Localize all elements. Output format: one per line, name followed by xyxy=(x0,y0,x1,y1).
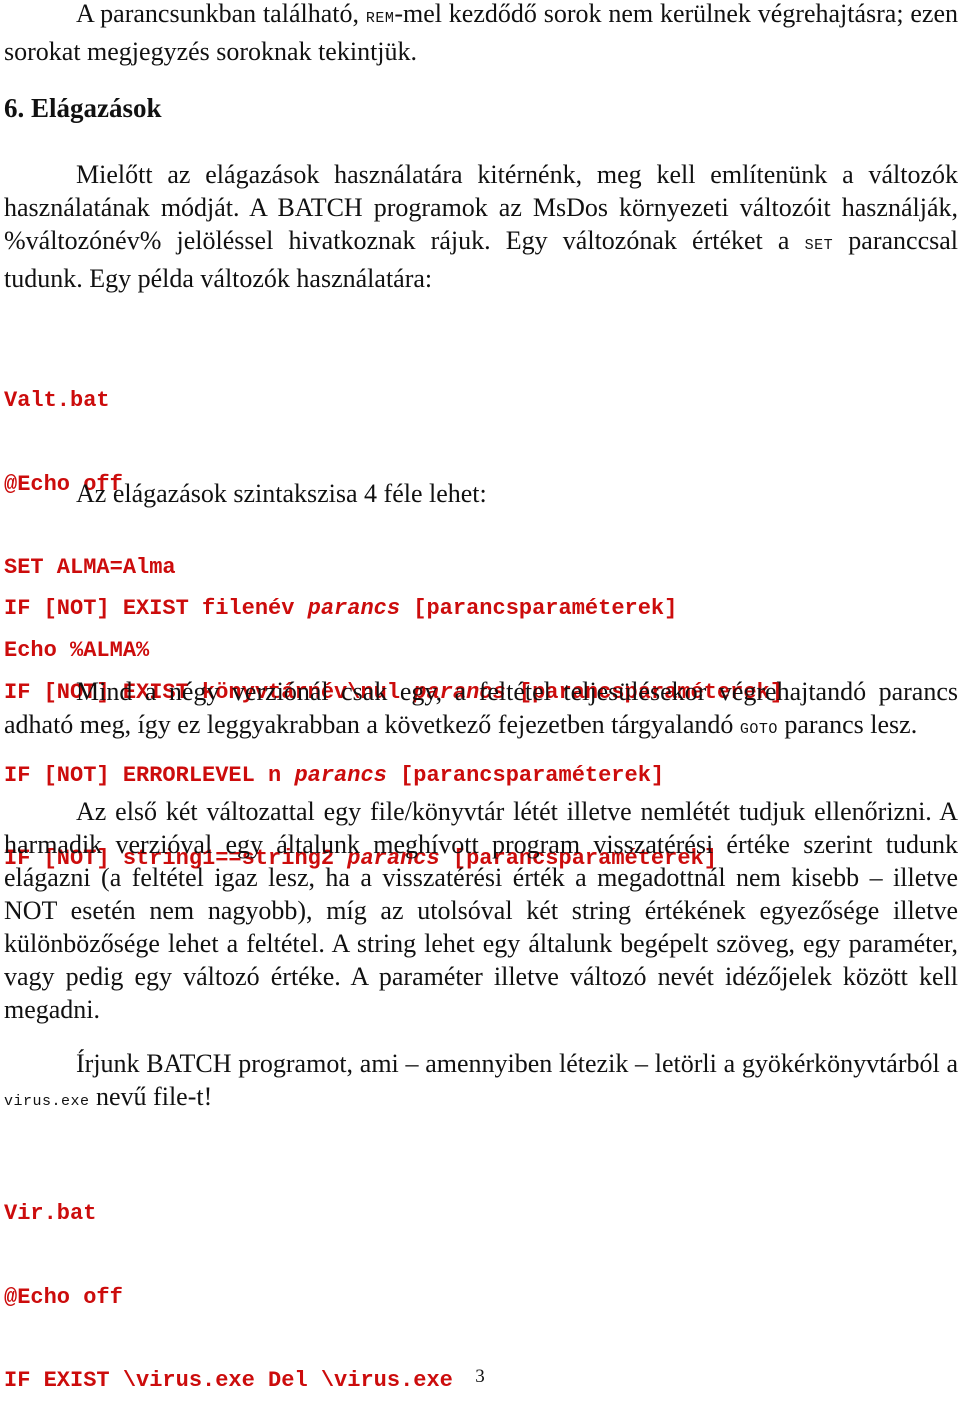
intro-text-1: A parancsunkban található, xyxy=(76,0,366,28)
goto-keyword: GOTO xyxy=(739,721,778,738)
intro-paragraph: A parancsunkban található, REM-mel kezdő… xyxy=(4,0,958,68)
task-text-2: nevű file-t! xyxy=(89,1082,213,1111)
syntax-line: IF [NOT] ERRORLEVEL n parancs [parancspa… xyxy=(4,762,665,788)
versions-text-2: parancs lesz. xyxy=(777,710,918,739)
code-line: @Echo off xyxy=(4,1284,123,1310)
filename-inline: virus.exe xyxy=(4,1093,90,1110)
task-text-1: Írjunk BATCH programot, ami – amennyiben… xyxy=(76,1049,958,1078)
syntax-intro: Az elágazások szintakszisa 4 féle lehet: xyxy=(76,479,487,508)
set-keyword: SET xyxy=(804,237,834,254)
syntax-line: IF [NOT] EXIST filenév parancs [parancsp… xyxy=(4,596,678,622)
rem-keyword: REM xyxy=(365,10,395,27)
explanation-paragraph: Az első két változattal egy file/könyvtá… xyxy=(4,797,958,1024)
versions-paragraph: Mind a négy verziónál csak egy, a feltét… xyxy=(4,675,958,746)
code-line: Valt.bat xyxy=(4,388,110,414)
variables-paragraph: Mielőtt az elágazások használatára kitér… xyxy=(4,158,958,295)
task-paragraph: Írjunk BATCH programot, ami – amennyiben… xyxy=(4,1047,958,1118)
code-line: Vir.bat xyxy=(4,1201,97,1227)
section-heading: 6. Elágazások xyxy=(4,93,162,123)
